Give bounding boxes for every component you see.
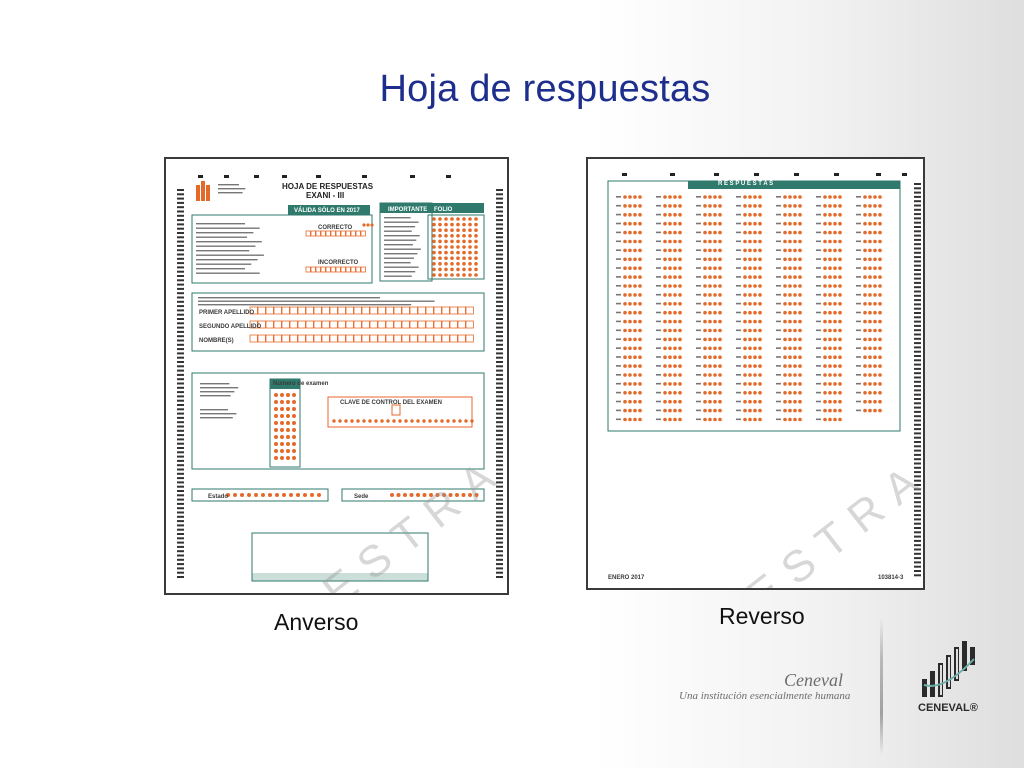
- exam-number-label: Número de examen: [273, 381, 329, 387]
- sheet-exam-name: EXANI - III: [306, 191, 345, 200]
- brand-divider: [880, 618, 883, 755]
- folio-box-title: FOLIO: [434, 207, 453, 213]
- correct-label: CORRECTO: [318, 225, 353, 231]
- answer-sheet-back-graphic: [607, 173, 921, 577]
- state-label: Estado: [208, 494, 229, 500]
- field-names: NOMBRE(S): [199, 338, 234, 344]
- location-label: Sede: [354, 494, 369, 500]
- footer-code: 103814-3: [878, 575, 904, 581]
- sheet-heading: HOJA DE RESPUESTAS: [282, 182, 374, 191]
- slide-title: Hoja de respuestas: [379, 68, 711, 110]
- ceneval-logo-icon: [922, 641, 975, 697]
- back-label: Reverso: [719, 603, 805, 629]
- field-last-name-1: PRIMER APELLIDO: [199, 310, 255, 316]
- incorrect-label: INCORRECTO: [318, 260, 359, 266]
- answers-header: R E S P U E S T A S: [718, 181, 774, 187]
- sheet-validity: VÁLIDA SÓLO EN 2017: [294, 208, 360, 214]
- field-last-name-2: SEGUNDO APELLIDO: [199, 324, 262, 330]
- brand-tagline: Una institución esencialmente humana: [679, 690, 851, 702]
- control-key-label: CLAVE DE CONTROL DEL EXAMEN: [340, 400, 443, 406]
- footer-date: ENERO 2017: [608, 575, 645, 581]
- important-box-title: IMPORTANTE: [388, 207, 428, 213]
- brand-name: Ceneval: [784, 670, 843, 690]
- front-label: Anverso: [274, 609, 359, 635]
- answer-sheet-back: R E S P U E S T A S ENERO 2017 103814-3 …: [586, 157, 925, 590]
- logo-wordmark: CENEVAL®: [918, 702, 978, 714]
- answer-sheet-front: HOJA DE RESPUESTAS EXANI - III VÁLIDA SÓ…: [164, 157, 509, 595]
